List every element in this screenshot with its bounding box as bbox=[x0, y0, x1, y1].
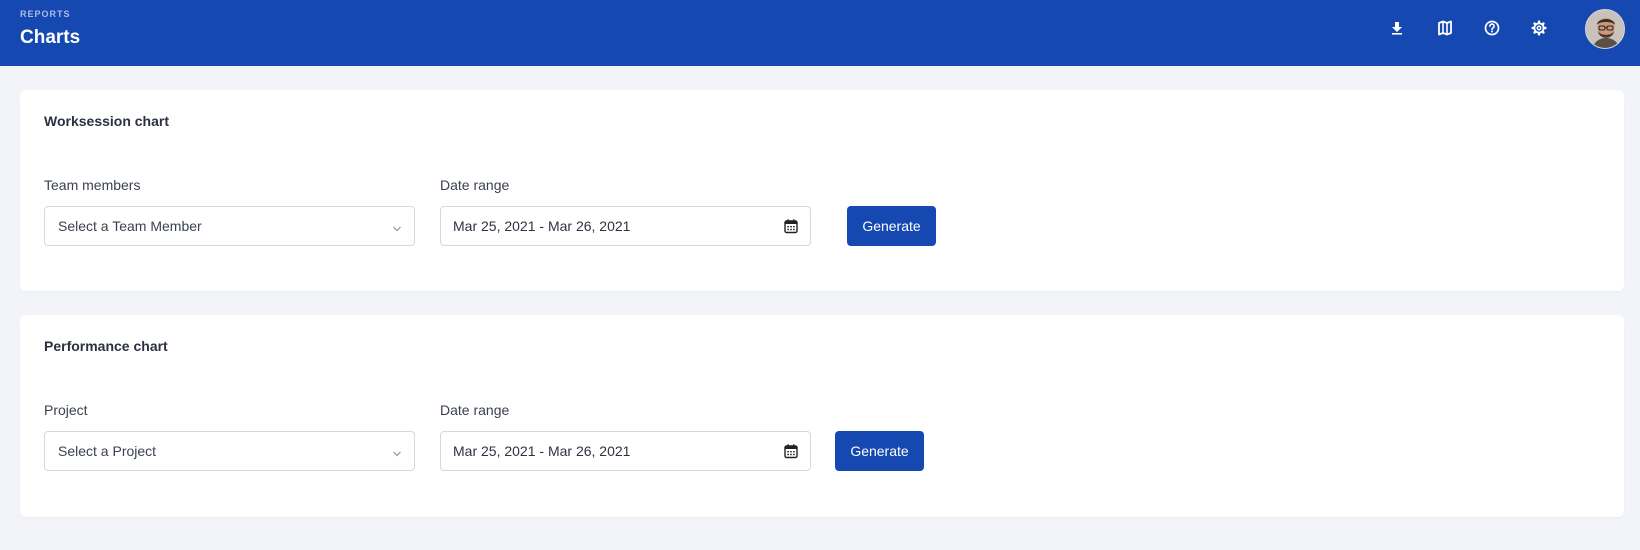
avatar[interactable] bbox=[1585, 9, 1625, 49]
team-members-label: Team members bbox=[44, 177, 141, 193]
performance-chart-card: Performance chart Project Select a Proje… bbox=[20, 315, 1624, 517]
calendar-icon[interactable] bbox=[783, 443, 799, 462]
date-range-label: Date range bbox=[440, 402, 510, 418]
download-icon[interactable] bbox=[1385, 16, 1409, 40]
project-select-value: Select a Project bbox=[58, 443, 157, 459]
card-title: Worksession chart bbox=[44, 113, 170, 129]
generate-performance-button[interactable]: Generate bbox=[835, 431, 924, 471]
top-bar: REPORTS Charts bbox=[0, 0, 1640, 66]
settings-icon[interactable] bbox=[1527, 16, 1551, 40]
card-title: Performance chart bbox=[44, 338, 168, 354]
map-icon[interactable] bbox=[1433, 16, 1457, 40]
chevron-down-icon bbox=[392, 221, 402, 237]
calendar-icon[interactable] bbox=[783, 218, 799, 237]
date-range-input[interactable]: Mar 25, 2021 - Mar 26, 2021 bbox=[440, 206, 811, 246]
project-select[interactable]: Select a Project bbox=[44, 431, 415, 471]
date-range-value: Mar 25, 2021 - Mar 26, 2021 bbox=[453, 443, 631, 459]
team-member-select[interactable]: Select a Team Member bbox=[44, 206, 415, 246]
date-range-value: Mar 25, 2021 - Mar 26, 2021 bbox=[453, 218, 631, 234]
section-eyebrow: REPORTS bbox=[20, 9, 71, 19]
page-title: Charts bbox=[20, 27, 81, 48]
team-member-select-value: Select a Team Member bbox=[58, 218, 202, 234]
chevron-down-icon bbox=[392, 446, 402, 462]
date-range-label: Date range bbox=[440, 177, 510, 193]
generate-worksession-button[interactable]: Generate bbox=[847, 206, 936, 246]
worksession-chart-card: Worksession chart Team members Select a … bbox=[20, 90, 1624, 291]
project-label: Project bbox=[44, 402, 88, 418]
help-icon[interactable] bbox=[1480, 16, 1504, 40]
date-range-input[interactable]: Mar 25, 2021 - Mar 26, 2021 bbox=[440, 431, 811, 471]
